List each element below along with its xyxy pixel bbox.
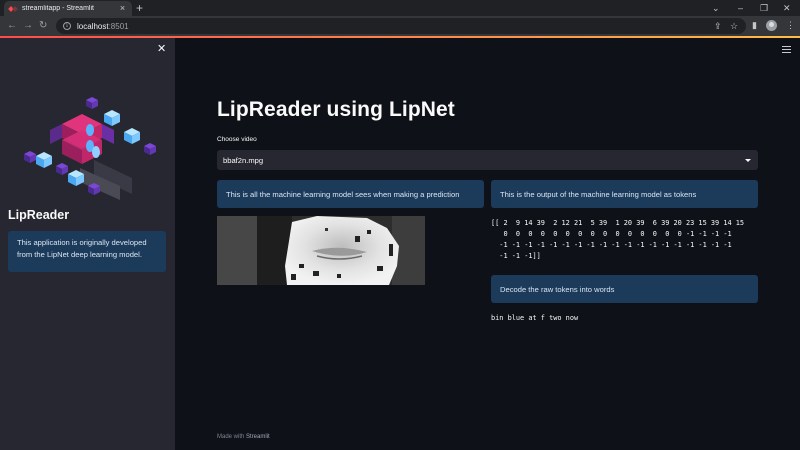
address-bar[interactable]: i localhost:8501 ⇪ ☆ xyxy=(56,18,746,34)
model-output-info: This is the output of the machine learni… xyxy=(491,180,758,208)
star-icon[interactable]: ☆ xyxy=(730,21,738,31)
minimize-icon[interactable]: – xyxy=(738,2,743,14)
streamlit-link[interactable]: Streamlit xyxy=(246,434,270,440)
main-content: LipReader using LipNet Choose video bbaf… xyxy=(175,38,800,450)
tab-title: streamlitapp - Streamlit xyxy=(22,5,94,12)
menu-icon[interactable]: ⋮ xyxy=(786,20,795,31)
model-input-info: This is all the machine learning model s… xyxy=(217,180,484,208)
footer-prefix: Made with xyxy=(217,434,247,440)
maximize-icon[interactable]: ❐ xyxy=(760,2,768,14)
browser-toolbar: ← → ↻ i localhost:8501 ⇪ ☆ ▮ ⋮ xyxy=(0,16,800,36)
model-input-frame xyxy=(217,216,425,285)
browser-window: streamlitapp - Streamlit × + ⌄ – ❐ ✕ ← →… xyxy=(0,0,800,450)
close-icon[interactable]: ✕ xyxy=(157,44,166,55)
share-icon[interactable]: ⇪ xyxy=(714,21,722,31)
footer: Made with Streamlit xyxy=(217,434,270,440)
tab-bar: streamlitapp - Streamlit × + ⌄ – ❐ ✕ xyxy=(0,0,800,16)
logo-cubes xyxy=(24,97,156,200)
favicon-icon xyxy=(9,6,17,12)
hamburger-icon[interactable] xyxy=(782,46,791,53)
token-output: [[ 2 9 14 39 2 12 21 5 39 1 20 39 6 39 2… xyxy=(491,219,745,260)
tab-streamlitapp[interactable]: streamlitapp - Streamlit × xyxy=(4,1,132,16)
video-select[interactable]: bbaf2n.mpg xyxy=(217,150,758,170)
new-tab-button[interactable]: + xyxy=(136,2,143,14)
sidebar-title: LipReader xyxy=(8,208,70,222)
decoded-text: bin blue at f two now xyxy=(491,314,579,322)
sidebar: ✕ LipReader This application is original… xyxy=(0,38,175,450)
page-title: LipReader using LipNet xyxy=(217,98,455,121)
url-text: localhost:8501 xyxy=(77,21,129,31)
forward-icon[interactable]: → xyxy=(23,20,33,32)
decode-info: Decode the raw tokens into words xyxy=(491,275,758,303)
selected-video: bbaf2n.mpg xyxy=(223,155,264,165)
chevron-down-icon[interactable]: ⌄ xyxy=(712,2,720,14)
close-icon[interactable]: × xyxy=(118,4,127,13)
lipreader-logo xyxy=(24,97,156,200)
back-icon[interactable]: ← xyxy=(7,20,17,32)
info-icon[interactable]: i xyxy=(63,22,71,30)
select-label: Choose video xyxy=(217,136,257,143)
close-window-icon[interactable]: ✕ xyxy=(783,2,791,14)
sidepanel-icon[interactable]: ▮ xyxy=(752,20,757,31)
reload-icon[interactable]: ↻ xyxy=(39,20,47,32)
caret-down-icon xyxy=(745,158,751,162)
sidebar-info-box: This application is originally developed… xyxy=(8,231,166,272)
profile-icon[interactable] xyxy=(766,20,777,31)
